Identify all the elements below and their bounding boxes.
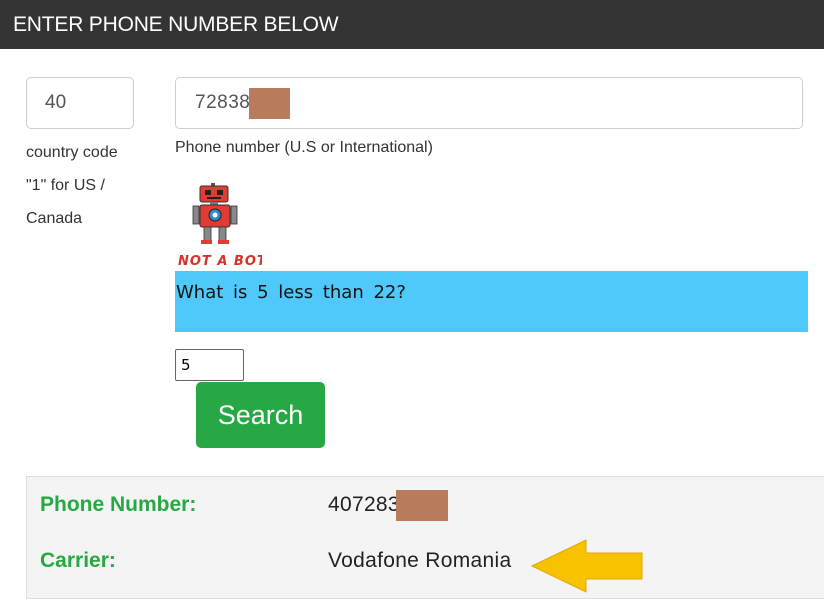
captcha-question: What is 5 less than 22?	[175, 271, 808, 332]
svg-text:NOT A BOT: NOT A BOT	[178, 254, 262, 269]
carrier-value: Vodafone Romania	[328, 549, 512, 572]
country-code-input[interactable]	[26, 77, 134, 129]
page-title: ENTER PHONE NUMBER BELOW	[13, 13, 339, 36]
robot-icon: NOT A BOT	[178, 183, 262, 269]
phone-number-help: Phone number (U.S or International)	[175, 139, 433, 156]
carrier-label: Carrier:	[40, 549, 116, 572]
page-header: ENTER PHONE NUMBER BELOW	[0, 0, 824, 49]
country-code-help: country code "1" for US / Canada	[26, 144, 118, 227]
search-button[interactable]: Search	[196, 382, 325, 448]
arrow-left-icon	[530, 539, 643, 593]
redaction-block	[249, 88, 290, 119]
phone-number-label: Phone Number:	[40, 493, 197, 516]
captcha-answer-input[interactable]	[175, 349, 244, 381]
redaction-block	[396, 490, 448, 521]
